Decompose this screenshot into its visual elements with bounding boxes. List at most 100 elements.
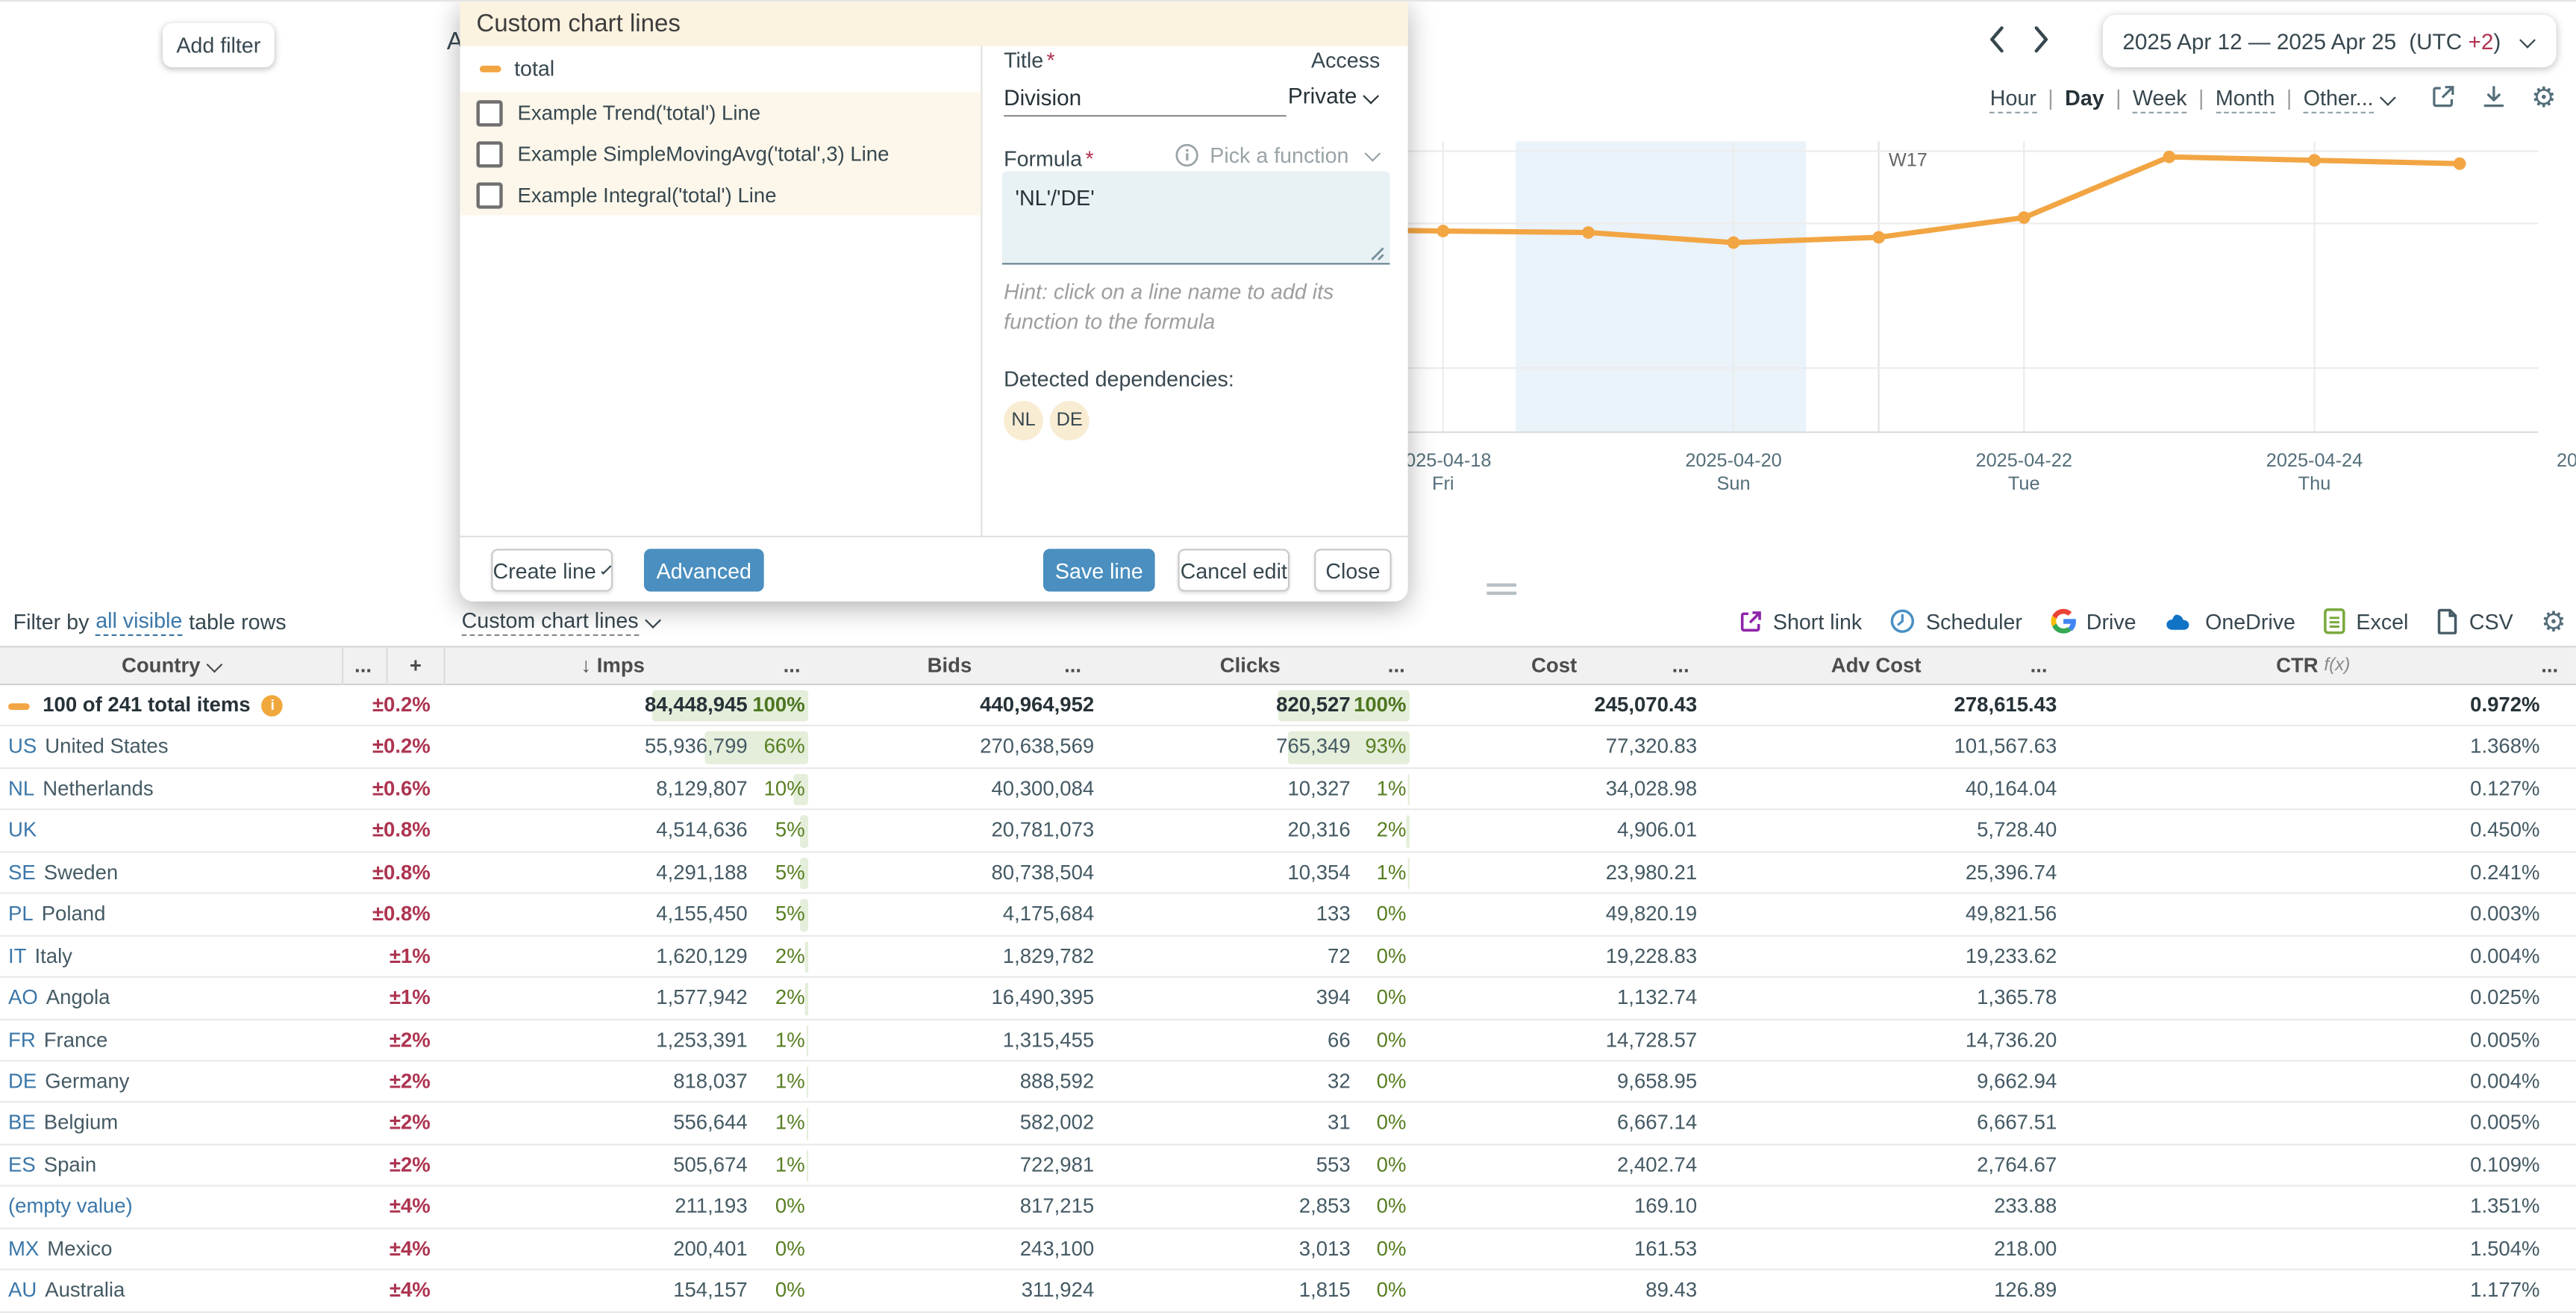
country-code-link[interactable]: PL: [8, 894, 34, 936]
country-code-link[interactable]: (empty value): [8, 1187, 133, 1229]
checkbox[interactable]: [476, 181, 502, 208]
granularity-week[interactable]: Week: [2133, 84, 2187, 109]
country-code-link[interactable]: IT: [8, 936, 26, 978]
example-line-item[interactable]: Example SimpleMovingAvg('total',3) Line: [460, 133, 981, 174]
column-header-clicks[interactable]: Clicks: [1220, 647, 1281, 687]
column-header-bids[interactable]: Bids: [928, 647, 972, 687]
gear-icon[interactable]: ⚙: [2531, 83, 2557, 110]
close-button[interactable]: Close: [1314, 549, 1391, 591]
series-item-total[interactable]: total: [460, 46, 981, 90]
save-line-button[interactable]: Save line: [1043, 549, 1155, 591]
country-cell[interactable]: PLPoland: [8, 894, 105, 936]
country-code-link[interactable]: US: [8, 727, 37, 769]
checkbox[interactable]: [476, 99, 502, 125]
all-visible-link[interactable]: all visible: [96, 607, 182, 634]
country-cell[interactable]: AUAustralia: [8, 1270, 125, 1312]
info-icon[interactable]: i: [262, 696, 284, 717]
country-code-link[interactable]: UK: [8, 811, 37, 852]
country-cell[interactable]: USUnited States: [8, 727, 168, 769]
column-menu-icon[interactable]: ...: [2541, 647, 2558, 687]
open-in-new-icon[interactable]: [2429, 84, 2455, 110]
table-row[interactable]: SESweden±0.8%4,291,1885%80,738,50410,354…: [0, 852, 2576, 894]
chevron-left-icon[interactable]: [1988, 25, 2006, 54]
country-code-link[interactable]: SE: [8, 852, 36, 894]
country-cell[interactable]: MXMexico: [8, 1229, 112, 1270]
create-line-button[interactable]: Create line: [491, 549, 613, 591]
table-row[interactable]: FRFrance±2%1,253,3911%1,315,455660%14,72…: [0, 1020, 2576, 1061]
formula-textarea[interactable]: 'NL'/'DE': [1002, 171, 1390, 264]
short-link-button[interactable]: Short link: [1739, 609, 1863, 634]
country-cell[interactable]: AOAngola: [8, 978, 110, 1020]
example-line-item[interactable]: Example Integral('total') Line: [460, 174, 981, 215]
table-row[interactable]: NLNetherlands±0.6%8,129,80710%40,300,084…: [0, 769, 2576, 811]
access-select[interactable]: Private: [1288, 84, 1380, 108]
country-cell[interactable]: UK: [8, 811, 45, 852]
chart-resize-handle[interactable]: [1486, 584, 1516, 600]
checkbox[interactable]: [476, 140, 502, 166]
dependency-chip[interactable]: DE: [1050, 401, 1090, 440]
custom-chart-lines-toggle[interactable]: Custom chart lines: [462, 596, 662, 646]
table-row[interactable]: UK±0.8%4,514,6365%20,781,07320,3162%4,90…: [0, 811, 2576, 852]
table-row[interactable]: MXMexico±4%200,4010%243,1003,0130%161.53…: [0, 1229, 2576, 1270]
granularity-month[interactable]: Month: [2216, 84, 2275, 109]
country-code-link[interactable]: AU: [8, 1270, 37, 1312]
country-code-link[interactable]: FR: [8, 1020, 36, 1061]
table-row[interactable]: BEBelgium±2%556,6441%582,002310%6,667.14…: [0, 1103, 2576, 1145]
title-input[interactable]: Division: [1004, 77, 1287, 116]
table-row[interactable]: ITItaly±1%1,620,1292%1,829,782720%19,228…: [0, 936, 2576, 978]
column-menu-icon[interactable]: ...: [1388, 647, 1405, 687]
table-row[interactable]: USUnited States±0.2%55,936,79966%270,638…: [0, 727, 2576, 769]
country-cell[interactable]: ESSpain: [8, 1145, 96, 1187]
table-row[interactable]: AOAngola±1%1,577,9422%16,490,3953940%1,1…: [0, 978, 2576, 1020]
country-cell[interactable]: (empty value): [8, 1187, 141, 1229]
column-menu-icon[interactable]: ...: [1064, 647, 1081, 687]
resize-handle-icon[interactable]: [1369, 245, 1385, 261]
country-code-link[interactable]: ES: [8, 1145, 36, 1187]
country-code-link[interactable]: BE: [8, 1103, 36, 1145]
table-row[interactable]: PLPoland±0.8%4,155,4505%4,175,6841330%49…: [0, 894, 2576, 936]
country-cell[interactable]: NLNetherlands: [8, 769, 154, 811]
country-code-link[interactable]: MX: [8, 1229, 39, 1270]
country-cell[interactable]: ITItaly: [8, 936, 72, 978]
granularity-day[interactable]: Day: [2065, 84, 2104, 109]
excel-export-button[interactable]: Excel: [2323, 608, 2408, 634]
country-code-link[interactable]: NL: [8, 769, 34, 811]
date-range-picker[interactable]: 2025 Apr 12 — 2025 Apr 25 (UTC +2): [2103, 15, 2557, 67]
example-line-item[interactable]: Example Trend('total') Line: [460, 92, 981, 133]
column-header-ctr[interactable]: CTR f(x): [2276, 647, 2350, 687]
country-cell[interactable]: BEBelgium: [8, 1103, 118, 1145]
country-cell[interactable]: DEGermany: [8, 1061, 129, 1103]
granularity-hour[interactable]: Hour: [1990, 84, 2036, 109]
google-drive-button[interactable]: Drive: [2050, 608, 2136, 634]
column-menu-icon[interactable]: ...: [354, 647, 372, 687]
country-cell[interactable]: 100 of 241 total itemsi: [8, 685, 284, 727]
advanced-button[interactable]: Advanced: [644, 549, 764, 591]
table-row[interactable]: DEGermany±2%818,0371%888,592320%9,658.95…: [0, 1061, 2576, 1103]
granularity-other[interactable]: Other...: [2304, 84, 2397, 109]
country-code-link[interactable]: DE: [8, 1061, 37, 1103]
pick-function-dropdown[interactable]: Pick a function: [1175, 143, 1381, 168]
column-menu-icon[interactable]: ...: [784, 647, 801, 687]
table-row[interactable]: (empty value)±4%211,1930%817,2152,8530%1…: [0, 1187, 2576, 1229]
onedrive-button[interactable]: OneDrive: [2164, 609, 2295, 634]
column-header-adv-cost[interactable]: Adv Cost: [1831, 647, 1922, 687]
cancel-edit-button[interactable]: Cancel edit: [1178, 549, 1289, 591]
chevron-right-icon[interactable]: [2032, 25, 2050, 54]
column-header-country[interactable]: Country: [122, 647, 223, 687]
table-row[interactable]: ESSpain±2%505,6741%722,9815530%2,402.742…: [0, 1145, 2576, 1187]
column-header-imps[interactable]: ↓ Imps: [581, 647, 645, 687]
country-code-link[interactable]: AO: [8, 978, 38, 1020]
dependency-chip[interactable]: NL: [1004, 401, 1043, 440]
download-icon[interactable]: [2480, 84, 2507, 110]
country-cell[interactable]: FRFrance: [8, 1020, 107, 1061]
column-menu-icon[interactable]: ...: [2031, 647, 2048, 687]
column-menu-icon[interactable]: ...: [1672, 647, 1689, 687]
table-row[interactable]: AUAustralia±4%154,1570%311,9241,8150%89.…: [0, 1270, 2576, 1312]
table-row-total[interactable]: 100 of 241 total itemsi±0.2%84,448,94510…: [0, 685, 2576, 727]
csv-export-button[interactable]: CSV: [2436, 608, 2513, 634]
country-cell[interactable]: SESweden: [8, 852, 118, 894]
gear-icon[interactable]: ⚙: [2541, 607, 2566, 634]
scheduler-button[interactable]: Scheduler: [1890, 608, 2022, 634]
column-header-cost[interactable]: Cost: [1531, 647, 1577, 687]
add-column-button[interactable]: +: [410, 647, 422, 687]
